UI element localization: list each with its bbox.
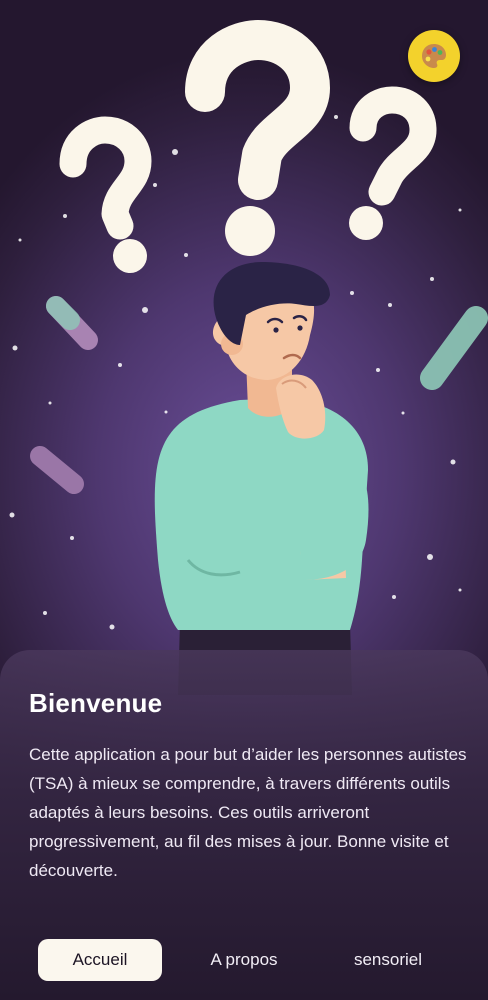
- nav-tab-accueil[interactable]: Accueil: [38, 939, 162, 981]
- welcome-description: Cette application a pour but d’aider les…: [29, 745, 467, 880]
- bottom-navigation: Accueil A propos sensoriel: [0, 930, 488, 1000]
- welcome-title: Bienvenue: [29, 688, 163, 718]
- home-screen: Bienvenue Cette application a pour but d…: [0, 0, 488, 1000]
- question-marks: [59, 20, 437, 240]
- nav-tab-a-propos[interactable]: A propos: [196, 939, 292, 981]
- palette-icon: [422, 44, 446, 68]
- nav-tab-sensoriel[interactable]: sensoriel: [336, 939, 440, 981]
- theme-palette-button[interactable]: [408, 30, 460, 82]
- thinking-person-illustration: [9, 20, 488, 695]
- person: [154, 262, 369, 695]
